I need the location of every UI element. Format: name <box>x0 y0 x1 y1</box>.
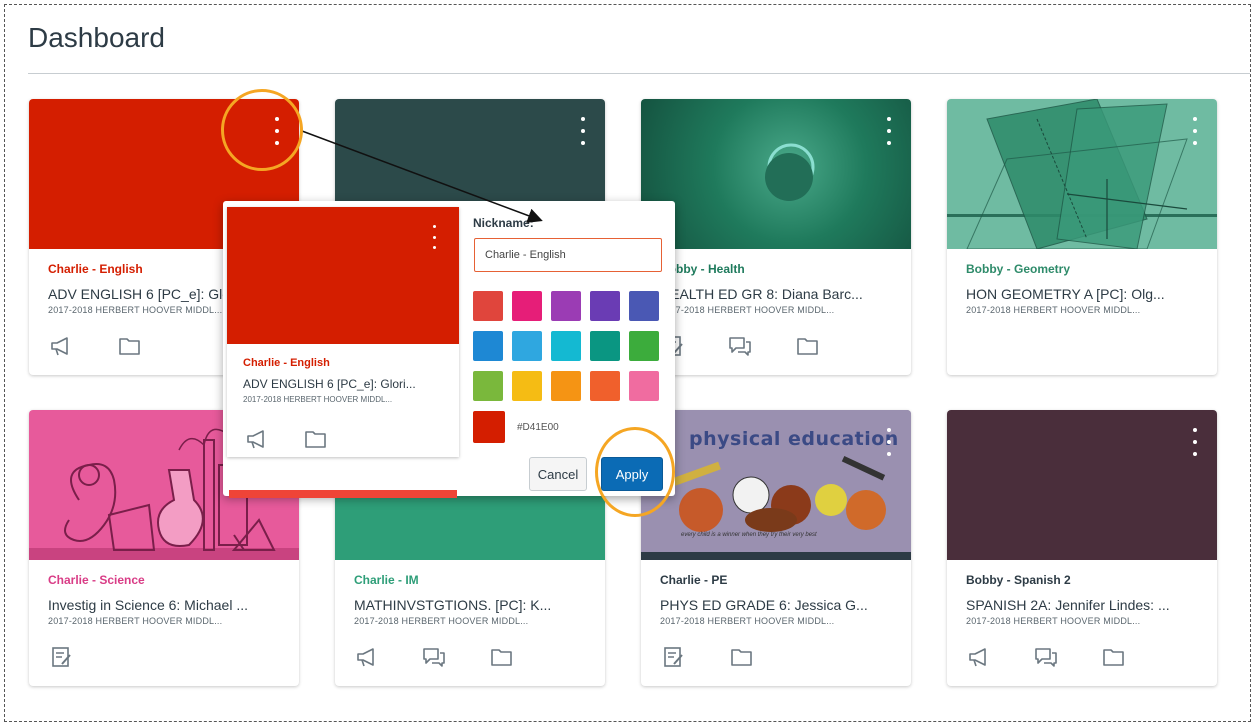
course-card[interactable]: Bobby - Spanish 2 SPANISH 2A: Jennifer L… <box>947 410 1217 686</box>
announcement-icon[interactable] <box>355 645 381 669</box>
course-nickname[interactable]: Charlie - PE <box>660 573 727 587</box>
card-options-icon[interactable] <box>1189 117 1201 145</box>
course-name: HEALTH ED GR 8: Diana Barc... <box>660 286 863 302</box>
color-swatch[interactable] <box>590 331 620 361</box>
card-options-icon[interactable] <box>1189 428 1201 456</box>
course-nickname[interactable]: Bobby - Spanish 2 <box>966 573 1071 587</box>
preview-strip <box>229 490 457 498</box>
color-swatch[interactable] <box>551 331 581 361</box>
color-swatch[interactable] <box>629 331 659 361</box>
pe-banner-title: physical education <box>689 428 899 450</box>
preview-nickname: Charlie - English <box>243 357 330 369</box>
folder-icon[interactable] <box>303 427 329 451</box>
course-name: PHYS ED GRADE 6: Jessica G... <box>660 597 868 613</box>
color-swatch[interactable] <box>473 291 503 321</box>
discussion-icon[interactable] <box>1033 645 1059 669</box>
course-card[interactable]: physical education every child is a winn… <box>641 410 911 686</box>
nickname-label: Nickname: <box>473 216 534 230</box>
color-swatch[interactable] <box>512 291 542 321</box>
color-swatch[interactable] <box>590 371 620 401</box>
course-term: 2017-2018 HERBERT HOOVER MIDDL... <box>660 616 835 626</box>
eclipse-illustration <box>765 143 815 201</box>
folder-icon[interactable] <box>729 645 755 669</box>
page-title: Dashboard <box>28 22 165 53</box>
course-name: Investig in Science 6: Michael ... <box>48 597 248 613</box>
color-swatch-grid <box>473 291 663 401</box>
highlight-circle-apply <box>595 427 675 517</box>
card-options-icon[interactable] <box>429 225 439 249</box>
assignment-icon[interactable] <box>661 645 687 669</box>
preview-hero <box>227 207 459 344</box>
folder-icon[interactable] <box>795 334 821 358</box>
discussion-icon[interactable] <box>421 645 447 669</box>
discussion-icon[interactable] <box>727 334 753 358</box>
course-nickname[interactable]: Bobby - Geometry <box>966 262 1070 276</box>
popover-card-preview: Charlie - English ADV ENGLISH 6 [PC_e]: … <box>227 207 459 457</box>
color-swatch[interactable] <box>473 371 503 401</box>
pe-banner-caption: every child is a winner when they try th… <box>681 532 817 538</box>
card-options-icon[interactable] <box>883 428 895 456</box>
card-options-icon[interactable] <box>577 117 589 145</box>
selected-color-preview <box>473 411 505 443</box>
course-name: MATHINVSTGTIONS. [PC]: K... <box>354 597 552 613</box>
color-swatch[interactable] <box>473 331 503 361</box>
folder-icon[interactable] <box>117 334 143 358</box>
course-term: 2017-2018 HERBERT HOOVER MIDDL... <box>48 616 223 626</box>
course-card-hero[interactable] <box>641 99 911 249</box>
course-card[interactable]: Bobby - Health HEALTH ED GR 8: Diana Bar… <box>641 99 911 375</box>
announcement-icon[interactable] <box>245 427 271 451</box>
highlight-circle-menu <box>221 89 303 171</box>
course-card-hero[interactable] <box>947 410 1217 560</box>
course-term: 2017-2018 HERBERT HOOVER MIDDL... <box>966 616 1141 626</box>
course-name: HON GEOMETRY A [PC]: Olg... <box>966 286 1165 302</box>
color-swatch[interactable] <box>629 291 659 321</box>
assignment-icon[interactable] <box>49 645 75 669</box>
course-card-hero[interactable] <box>947 99 1217 250</box>
announcement-icon[interactable] <box>967 645 993 669</box>
course-term: 2017-2018 HERBERT HOOVER MIDDL... <box>660 305 835 315</box>
course-term: 2017-2018 HERBERT HOOVER MIDDL... <box>966 305 1141 315</box>
color-swatch[interactable] <box>512 331 542 361</box>
color-swatch[interactable] <box>551 371 581 401</box>
nickname-input[interactable] <box>474 238 662 272</box>
course-term: 2017-2018 HERBERT HOOVER MIDDL... <box>354 616 529 626</box>
title-divider <box>28 73 1250 74</box>
card-options-icon[interactable] <box>883 117 895 145</box>
course-nickname[interactable]: Charlie - IM <box>354 573 419 587</box>
cancel-button[interactable]: Cancel <box>529 457 587 491</box>
folder-icon[interactable] <box>489 645 515 669</box>
course-nickname[interactable]: Charlie - English <box>48 262 143 276</box>
announcement-icon[interactable] <box>49 334 75 358</box>
course-term: 2017-2018 HERBERT HOOVER MIDDL... <box>48 305 223 315</box>
color-swatch[interactable] <box>590 291 620 321</box>
color-swatch[interactable] <box>512 371 542 401</box>
course-card-hero[interactable]: physical education every child is a winn… <box>641 410 911 560</box>
geometry-illustration <box>947 99 1217 250</box>
preview-course-term: 2017-2018 HERBERT HOOVER MIDDL... <box>243 395 393 404</box>
color-swatch[interactable] <box>629 371 659 401</box>
course-name: SPANISH 2A: Jennifer Lindes: ... <box>966 597 1170 613</box>
color-swatch[interactable] <box>551 291 581 321</box>
course-nickname[interactable]: Charlie - Science <box>48 573 145 587</box>
folder-icon[interactable] <box>1101 645 1127 669</box>
preview-course-name: ADV ENGLISH 6 [PC_e]: Glori... <box>243 377 416 391</box>
course-card[interactable]: Bobby - Geometry HON GEOMETRY A [PC]: Ol… <box>947 99 1217 375</box>
